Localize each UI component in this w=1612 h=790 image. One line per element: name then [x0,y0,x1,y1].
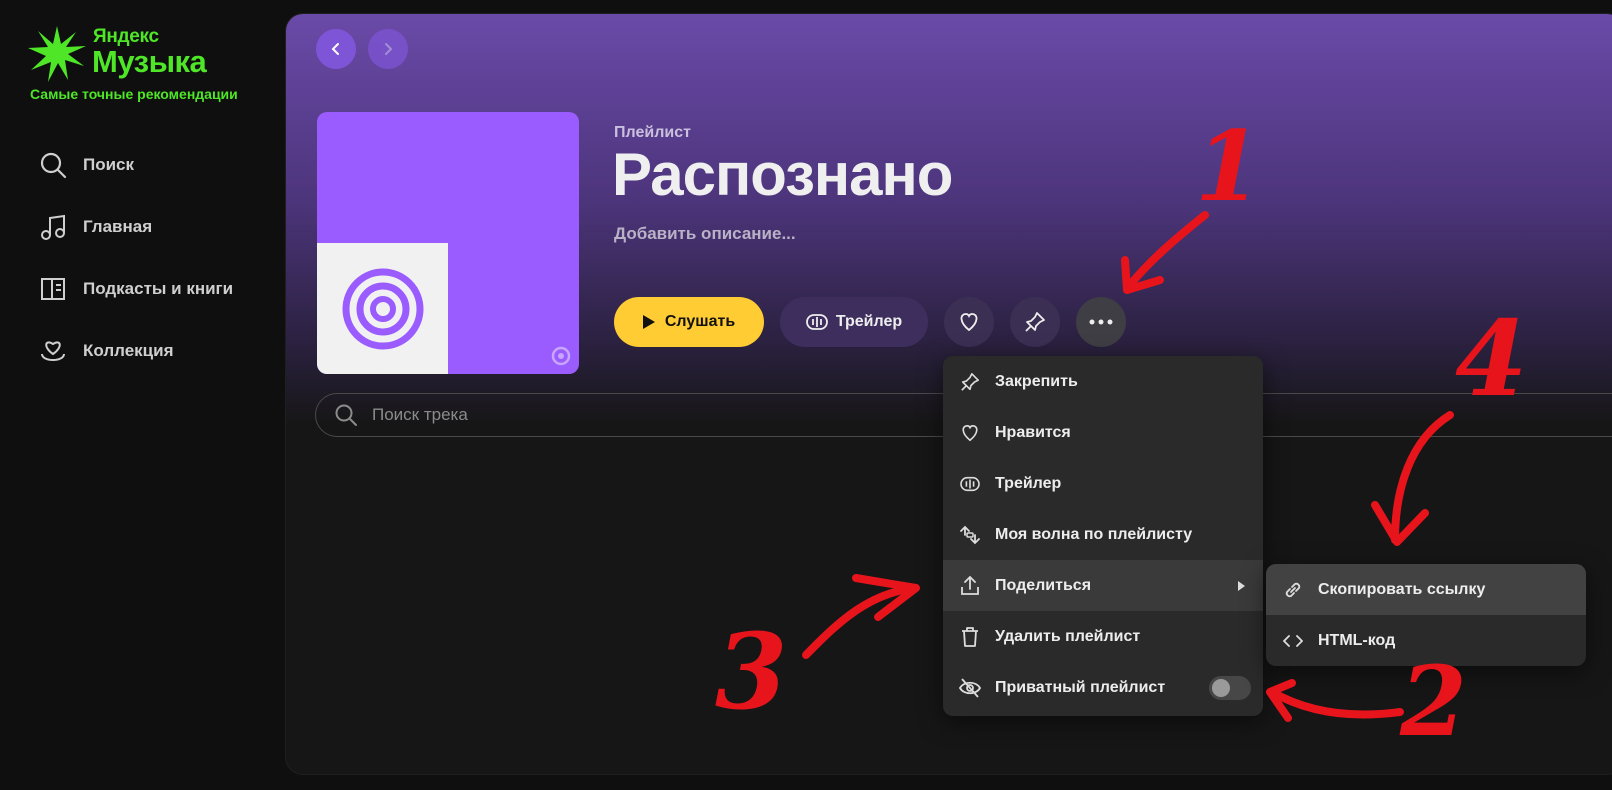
search-icon [38,150,68,180]
menu-item-label: Поделиться [995,576,1092,594]
pin-icon [1025,312,1045,332]
share-icon [959,575,981,597]
menu-item-my-wave[interactable]: Моя волна по плейлисту [943,509,1263,560]
like-button[interactable] [944,297,994,347]
shazam-mark-icon [551,346,571,366]
forward-button[interactable] [368,29,408,69]
action-bar: Слушать Трейлер [614,296,1142,348]
heart-icon [960,313,978,332]
play-button[interactable]: Слушать [614,297,764,347]
menu-item-label: Моя волна по плейлисту [995,525,1193,543]
trash-icon [959,626,981,648]
menu-item-delete[interactable]: Удалить плейлист [943,611,1263,662]
heart-icon [959,422,981,444]
menu-item-private[interactable]: Приватный плейлист [943,662,1263,713]
chevron-right-icon [385,43,393,55]
cover-inner [317,243,448,374]
play-button-label: Слушать [664,313,736,330]
menu-item-share[interactable]: Поделиться [943,560,1263,611]
context-menu: Закрепить Нравится Трейлер Моя волна по … [943,356,1263,716]
waveform-icon [959,473,981,495]
logo-tagline: Самые точные рекомендации [30,86,238,102]
submenu-item-label: Скопировать ссылку [1318,580,1486,598]
sidebar-item-label: Главная [83,217,153,236]
sidebar-item-label: Коллекция [83,341,174,360]
menu-item-label: Трейлер [995,474,1062,492]
search-icon [335,404,357,426]
more-button[interactable] [1076,297,1126,347]
trailer-button-label: Трейлер [835,313,903,330]
sidebar-item-label: Подкасты и книги [83,279,234,298]
toggle-knob [1212,678,1230,697]
menu-item-label: Нравится [995,423,1071,441]
play-icon [642,315,655,329]
submenu-item-html-code[interactable]: HTML-код [1266,615,1586,666]
menu-item-label: Удалить плейлист [995,627,1141,645]
chevron-left-icon [331,43,339,55]
wave-icon [959,524,981,546]
target-icon [342,268,423,349]
private-toggle[interactable] [1209,675,1251,700]
pin-icon [959,371,981,393]
page-title: Распознано [612,141,953,208]
eye-off-icon [959,677,981,699]
playlist-description[interactable]: Добавить описание... [614,224,796,244]
waveform-icon [805,314,828,330]
link-icon [1282,579,1304,601]
menu-item-trailer[interactable]: Трейлер [943,458,1263,509]
sidebar-item-podcasts[interactable]: Подкасты и книги [38,258,233,320]
code-icon [1282,630,1304,652]
sidebar-item-search[interactable]: Поиск [38,134,233,196]
book-icon [38,274,68,304]
submenu-item-copy-link[interactable]: Скопировать ссылку [1266,564,1586,615]
more-dots-icon [1089,319,1113,325]
menu-item-pin[interactable]: Закрепить [943,356,1263,407]
track-search-input[interactable] [372,405,972,425]
menu-item-like[interactable]: Нравится [943,407,1263,458]
back-button[interactable] [316,29,356,69]
logo-brand-big: Музыка [92,44,207,79]
share-submenu: Скопировать ссылку HTML-код [1266,564,1586,666]
sidebar: Яндекс Музыка Самые точные рекомендации … [0,0,285,790]
menu-item-label: Закрепить [995,372,1078,390]
music-note-icon [38,212,68,242]
sidebar-item-collection[interactable]: Коллекция [38,320,233,382]
menu-item-label: Приватный плейлист [995,678,1166,696]
caret-right-icon [1238,580,1245,591]
logo-star-icon [28,26,86,82]
sidebar-item-home[interactable]: Главная [38,196,233,258]
trailer-button[interactable]: Трейлер [780,297,928,347]
submenu-item-label: HTML-код [1318,631,1396,649]
sidebar-item-label: Поиск [83,155,135,174]
pin-button[interactable] [1010,297,1060,347]
sidebar-nav: Поиск Главная Подкасты и книги Коллекция [38,134,233,382]
heart-hand-icon [38,336,68,366]
playlist-cover[interactable] [317,112,579,374]
